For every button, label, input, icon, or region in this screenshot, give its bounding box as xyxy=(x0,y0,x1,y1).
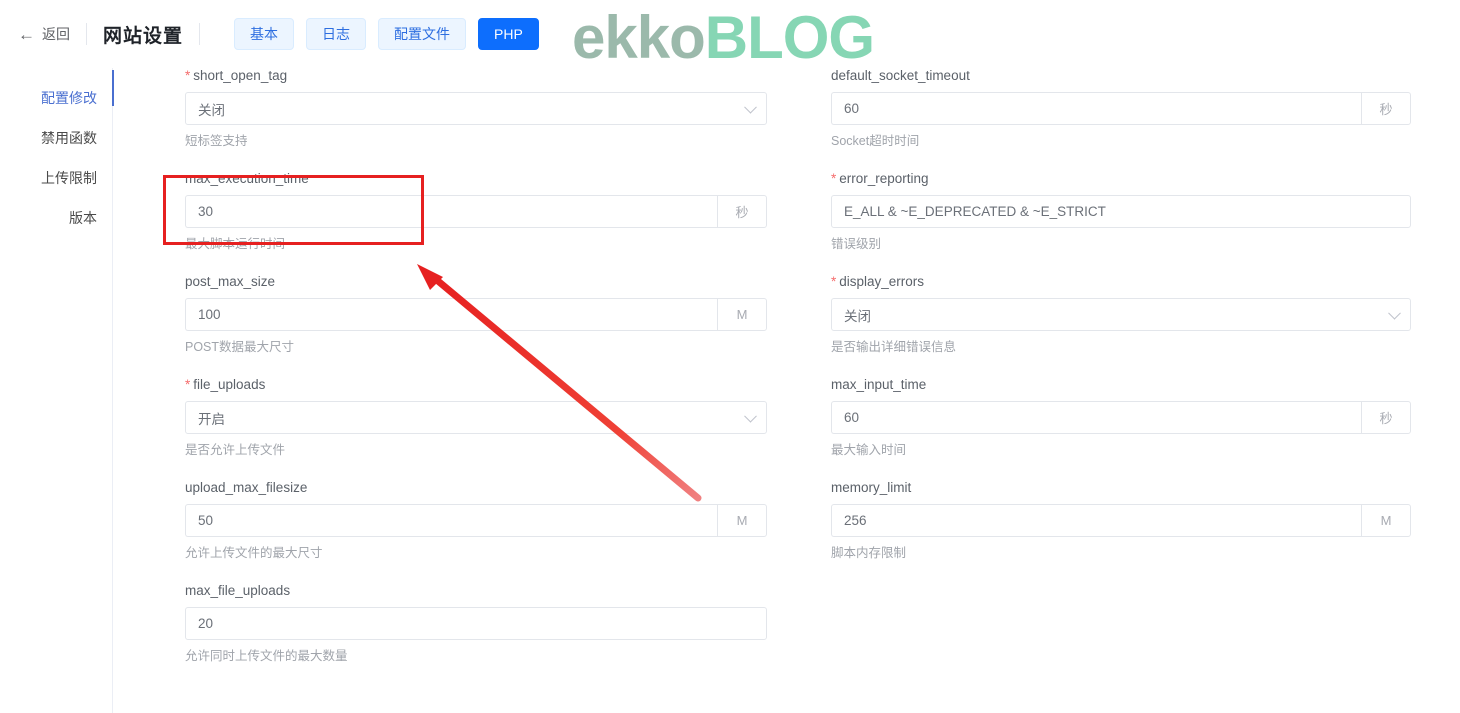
select-short_open_tag[interactable]: 关闭 xyxy=(185,92,767,125)
input-max_file_uploads[interactable] xyxy=(185,607,767,640)
tab-config-file[interactable]: 配置文件 xyxy=(378,18,467,50)
form-column-left: * short_open_tag 关闭 短标签支持 max_execution_t… xyxy=(185,68,767,686)
field-desc-short_open_tag: 短标签支持 xyxy=(185,134,248,148)
suffix-post_max_size: M xyxy=(717,298,767,331)
input-default_socket_timeout[interactable] xyxy=(831,92,1361,125)
chevron-down-icon xyxy=(744,100,757,114)
field-desc-default_socket_timeout: Socket超时时间 xyxy=(831,134,920,148)
input-post_max_size[interactable] xyxy=(185,298,717,331)
sidebar: 配置修改 禁用函数 上传限制 版本 xyxy=(0,68,113,713)
field-display_errors: * display_errors 关闭 是否输出详细错误信息 xyxy=(831,274,1411,355)
suffix-upload_max_filesize: M xyxy=(717,504,767,537)
select-value-display_errors: 关闭 xyxy=(844,308,871,324)
field-label-short_open_tag: * short_open_tag xyxy=(185,68,767,84)
control-max_execution_time: 秒 xyxy=(185,195,767,228)
field-desc-error_reporting: 错误级别 xyxy=(831,237,882,251)
field-error_reporting: *error_reporting 错误级别 xyxy=(831,171,1411,252)
header-divider-2 xyxy=(199,23,201,45)
chevron-down-icon xyxy=(744,409,757,423)
field-label-max_input_time: max_input_time xyxy=(831,377,927,392)
field-desc-max_input_time: 最大输入时间 xyxy=(831,443,907,457)
field-desc-file_uploads: 是否允许上传文件 xyxy=(185,443,286,457)
control-max_input_time: 秒 xyxy=(831,401,1411,434)
select-display_errors[interactable]: 关闭 xyxy=(831,298,1411,331)
input-max_input_time[interactable] xyxy=(831,401,1361,434)
input-memory_limit[interactable] xyxy=(831,504,1361,537)
chevron-down-icon xyxy=(1388,306,1401,320)
tab-bar: 基本 日志 配置文件 PHP xyxy=(234,18,539,50)
suffix-memory_limit: M xyxy=(1361,504,1411,537)
control-default_socket_timeout: 秒 xyxy=(831,92,1411,125)
control-memory_limit: M xyxy=(831,504,1411,537)
field-label-error_reporting: * error_reporting xyxy=(831,171,1411,187)
sidebar-active-indicator xyxy=(112,70,114,106)
page-header: ← 返回 网站设置 基本 日志 配置文件 PHP xyxy=(0,0,1460,68)
sidebar-item-config-modify[interactable]: 配置修改 xyxy=(0,78,112,118)
sidebar-item-version[interactable]: 版本 xyxy=(0,198,112,238)
control-error_reporting xyxy=(831,195,1411,228)
field-default_socket_timeout: default_socket_timeout 秒 Socket超时时间 xyxy=(831,68,1411,149)
suffix-max_execution_time: 秒 xyxy=(717,195,767,228)
field-label-display_errors: * display_errors xyxy=(831,274,1411,290)
input-max_execution_time[interactable] xyxy=(185,195,717,228)
tab-basic[interactable]: 基本 xyxy=(234,18,295,50)
field-short_open_tag: * short_open_tag 关闭 短标签支持 xyxy=(185,68,767,149)
field-max_input_time: max_input_time 秒 最大输入时间 xyxy=(831,377,1411,458)
page-root: ← 返回 网站设置 基本 日志 配置文件 PHP ekkoBLOG 配置修改 禁… xyxy=(0,0,1460,713)
field-max_file_uploads: max_file_uploads 允许同时上传文件的最大数量 xyxy=(185,583,767,664)
control-post_max_size: M xyxy=(185,298,767,331)
field-label-default_socket_timeout: default_socket_timeout xyxy=(831,68,970,83)
field-memory_limit: memory_limit M 脚本内存限制 xyxy=(831,480,1411,561)
field-label-post_max_size: post_max_size xyxy=(185,274,276,289)
field-desc-max_execution_time: 最大脚本运行时间 xyxy=(185,237,286,251)
field-name-text: display_errors xyxy=(839,274,925,289)
field-label-upload_max_filesize: upload_max_filesize xyxy=(185,480,308,495)
field-file_uploads: * file_uploads 开启 是否允许上传文件 xyxy=(185,377,767,458)
input-error_reporting[interactable] xyxy=(831,195,1411,228)
field-label-file_uploads: * file_uploads xyxy=(185,377,767,393)
header-divider-1 xyxy=(86,23,87,45)
field-desc-memory_limit: 脚本内存限制 xyxy=(831,546,907,560)
required-asterisk: * xyxy=(185,377,191,392)
field-desc-max_file_uploads: 允许同时上传文件的最大数量 xyxy=(185,649,348,663)
page-title: 网站设置 xyxy=(103,25,184,47)
back-button[interactable]: ← 返回 xyxy=(18,24,70,44)
select-value-short_open_tag: 关闭 xyxy=(198,102,225,118)
field-max_execution_time: max_execution_time 秒 最大脚本运行时间 xyxy=(185,171,767,252)
field-name-text: short_open_tag xyxy=(193,68,288,83)
required-asterisk: * xyxy=(185,68,191,83)
field-label-max_execution_time: max_execution_time xyxy=(185,171,309,186)
field-desc-display_errors: 是否输出详细错误信息 xyxy=(831,340,957,354)
select-file_uploads[interactable]: 开启 xyxy=(185,401,767,434)
field-post_max_size: post_max_size M POST数据最大尺寸 xyxy=(185,274,767,355)
tab-php[interactable]: PHP xyxy=(478,18,539,50)
sidebar-item-disabled-functions[interactable]: 禁用函数 xyxy=(0,118,112,158)
suffix-default_socket_timeout: 秒 xyxy=(1361,92,1411,125)
field-name-text: error_reporting xyxy=(839,171,929,186)
field-label-memory_limit: memory_limit xyxy=(831,480,912,495)
suffix-max_input_time: 秒 xyxy=(1361,401,1411,434)
input-upload_max_filesize[interactable] xyxy=(185,504,717,537)
sidebar-item-upload-limit[interactable]: 上传限制 xyxy=(0,158,112,198)
field-name-text: file_uploads xyxy=(193,377,266,392)
field-upload_max_filesize: upload_max_filesize M 允许上传文件的最大尺寸 xyxy=(185,480,767,561)
control-max_file_uploads xyxy=(185,607,767,640)
required-asterisk: * xyxy=(831,274,837,289)
arrow-left-icon: ← xyxy=(18,24,35,44)
required-asterisk: * xyxy=(831,171,837,186)
control-upload_max_filesize: M xyxy=(185,504,767,537)
form-column-right: default_socket_timeout 秒 Socket超时时间 *err… xyxy=(831,68,1411,583)
field-desc-upload_max_filesize: 允许上传文件的最大尺寸 xyxy=(185,546,323,560)
back-button-label: 返回 xyxy=(42,26,70,42)
tab-logs[interactable]: 日志 xyxy=(306,18,367,50)
field-desc-post_max_size: POST数据最大尺寸 xyxy=(185,340,295,354)
field-label-max_file_uploads: max_file_uploads xyxy=(185,583,291,598)
select-value-file_uploads: 开启 xyxy=(198,411,225,427)
